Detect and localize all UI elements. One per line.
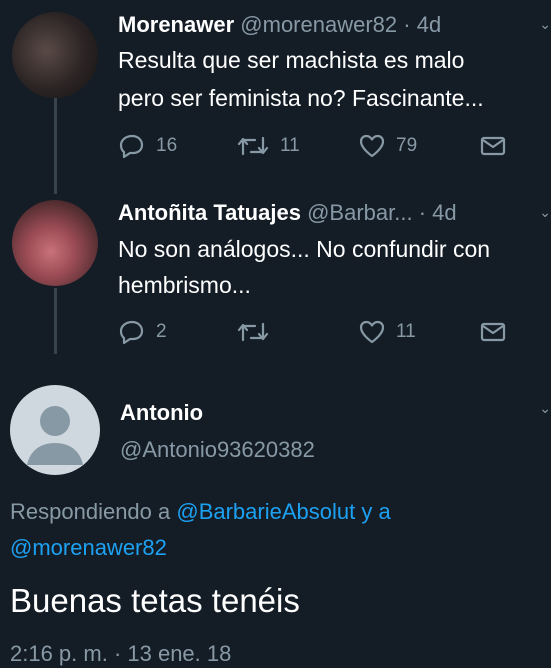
like-icon	[359, 320, 385, 344]
tweet-text-line: Resulta que ser machista es malo	[118, 47, 465, 73]
message-icon	[480, 136, 506, 156]
chevron-down-icon[interactable]: ⌄	[539, 400, 551, 417]
like-count: 79	[396, 135, 418, 156]
tweet[interactable]: Antoñita Tatuajes @Barbar... · 4d ⌄ No s…	[0, 190, 551, 360]
like-icon	[359, 134, 385, 158]
retweet-icon	[237, 136, 269, 156]
reply-count: 16	[156, 135, 178, 156]
author-handle[interactable]: @Antonio93620382	[120, 437, 315, 463]
tweet-text: Buenas tetas tenéis	[10, 582, 300, 619]
tweet-actions: 16 11 79	[118, 131, 518, 161]
tweet-text-line: hembrismo...	[118, 272, 251, 298]
replying-to: Respondiendo a @BarbarieAbsolut y a	[10, 499, 391, 525]
replying-and[interactable]: y a	[355, 499, 390, 524]
retweet-button[interactable]: 11	[236, 131, 300, 161]
like-button[interactable]: 11	[358, 317, 416, 347]
replying-prefix: Respondiendo a	[10, 499, 177, 524]
replying-to-second: @morenawer82	[10, 535, 167, 561]
mention-link[interactable]: @BarbarieAbsolut	[176, 499, 355, 524]
author-name[interactable]: Morenawer	[118, 12, 234, 37]
tweet-thread-screen: Morenawer @morenawer82 · 4d ⌄ Resulta qu…	[0, 0, 551, 668]
mention-link[interactable]: @morenawer82	[10, 535, 167, 560]
tweet-time: · 4d	[418, 200, 457, 225]
tweet-actions: 2 11	[118, 317, 518, 347]
reply-icon	[119, 134, 144, 159]
like-count: 11	[396, 321, 416, 342]
message-button[interactable]	[480, 131, 506, 161]
default-avatar-icon[interactable]	[10, 385, 100, 475]
message-button[interactable]	[480, 317, 506, 347]
message-icon	[480, 322, 506, 342]
author-handle[interactable]: @morenawer82	[240, 12, 397, 37]
author-name[interactable]: Antoñita Tatuajes	[118, 200, 301, 225]
retweet-button[interactable]	[236, 317, 280, 347]
tweet-header: Antoñita Tatuajes @Barbar... · 4d	[118, 200, 457, 226]
tweet-timestamp: 2:16 p. m. · 13 ene. 18	[10, 641, 232, 666]
reply-button[interactable]: 2	[118, 317, 167, 347]
reply-icon	[119, 320, 144, 345]
reply-count: 2	[156, 321, 167, 342]
chevron-down-icon[interactable]: ⌄	[539, 16, 551, 33]
retweet-icon	[237, 322, 269, 342]
like-button[interactable]: 79	[358, 131, 417, 161]
avatar[interactable]	[12, 12, 98, 98]
tweet[interactable]: Morenawer @morenawer82 · 4d ⌄ Resulta qu…	[0, 10, 551, 170]
author-handle[interactable]: @Barbar...	[307, 200, 413, 225]
retweet-count: 11	[280, 135, 300, 156]
reply-button[interactable]: 16	[118, 131, 177, 161]
avatar[interactable]	[12, 200, 98, 286]
chevron-down-icon[interactable]: ⌄	[539, 204, 551, 221]
tweet-text-line: pero ser feminista no? Fascinante...	[118, 85, 484, 111]
tweet-header: Morenawer @morenawer82 · 4d	[118, 12, 441, 38]
tweet-text-line: No son análogos... No confundir con	[118, 236, 491, 262]
author-name[interactable]: Antonio	[120, 400, 203, 426]
tweet-time: · 4d	[403, 12, 442, 37]
